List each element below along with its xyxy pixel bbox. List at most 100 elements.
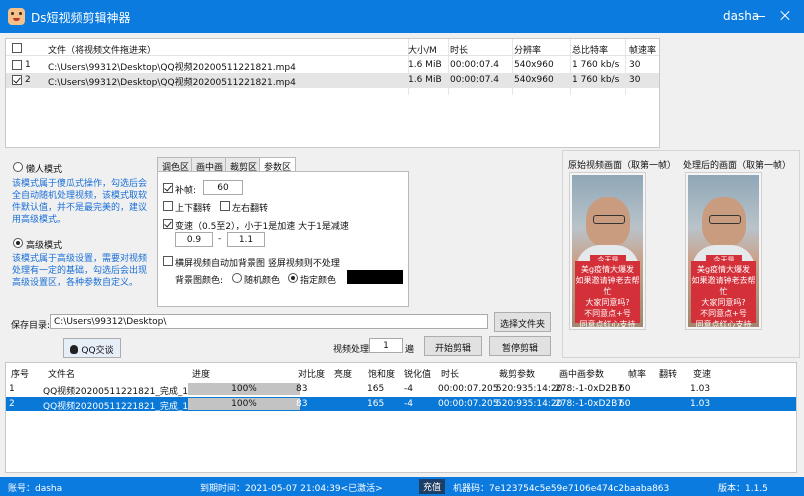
choose-folder-button[interactable]: 选择文件夹 [494,312,551,332]
speed-max-input[interactable]: 1.1 [227,232,265,247]
recharge-button[interactable]: 充值 [419,479,446,494]
speed-separator: - [218,234,222,244]
column-header[interactable]: 锐化值 [404,367,431,380]
column-header[interactable]: 亮度 [334,367,352,380]
column-header[interactable]: 序号 [11,367,29,380]
process-row[interactable]: 2 QQ视频20200511221821_完成_1.mp4 100% 83 16… [6,397,796,412]
account-label: 账号：dasha [8,484,63,494]
file-bitrate: 1 760 kb/s [572,60,620,70]
progress-text: 100% [231,399,257,409]
file-path: C:\Users\99312\Desktop\QQ视频2020051122182… [48,78,296,88]
process-count-unit: 遍 [405,345,415,355]
file-fps: 30 [629,60,641,70]
tab-pip[interactable]: 画中画 [191,157,229,173]
process-count-input[interactable]: 1 [369,338,403,353]
file-index: 2 [25,75,31,85]
flip-horizontal-label[interactable]: 左右翻转 [232,201,268,214]
crop-value: 520:935:14:20 [496,399,563,409]
qq-chat-button[interactable]: QQ交谈 [63,338,121,358]
column-header[interactable]: 画中画参数 [559,367,604,380]
original-preview-image: 今天是6.11号 美g疫情大爆发 如果邀请钟老去帮忙 大家同意吗? 不同意点+号… [572,175,643,327]
column-header[interactable]: 文件（将视频文件拖进来） [48,43,156,56]
process-count-label: 视频处理 [333,345,370,355]
column-header[interactable]: 分辨率 [514,43,541,56]
file-table[interactable]: 文件（将视频文件拖进来） 大小/M 时长 分辨率 总比特率 帧速率 1 C:\U… [5,38,660,148]
file-fps: 30 [629,75,641,85]
column-header[interactable]: 文件名 [48,367,75,380]
progress-bar: 100% [188,398,300,410]
file-duration: 00:00:07.4 [450,75,500,85]
column-header[interactable]: 对比度 [298,367,325,380]
minimize-icon[interactable] [751,7,769,25]
column-header[interactable]: 大小/M [408,43,437,56]
column-header[interactable]: 饱和度 [368,367,395,380]
advanced-mode-radio[interactable] [13,238,23,248]
fill-frames-checkbox[interactable] [163,183,173,193]
column-header[interactable]: 裁剪参数 [499,367,535,380]
file-duration: 00:00:07.4 [450,60,500,70]
process-index: 2 [9,399,15,409]
landscape-bg-label[interactable]: 横屏视频自动加背景图 竖屏视频则不处理 [175,256,340,269]
column-header[interactable]: 翻转 [659,367,677,380]
fill-frames-input[interactable]: 60 [203,180,243,195]
machine-code: 机器码：7e123754c5e59e7106e474c2baaba863 [453,484,670,494]
file-row[interactable]: 2 C:\Users\99312\Desktop\QQ视频20200511221… [6,73,659,88]
save-dir-input[interactable]: C:\Users\99312\Desktop\ [50,314,488,329]
speed-label: 变速（0.5至2），小于1是加速 大于1是减速 [175,222,349,232]
file-size: 1.6 MiB [408,75,442,85]
column-header[interactable]: 帧速率 [629,43,656,56]
bg-custom-label[interactable]: 指定颜色 [300,273,336,286]
lazy-mode-radio[interactable] [13,162,23,172]
flip-horizontal-checkbox[interactable] [220,201,230,211]
landscape-bg-checkbox[interactable] [163,256,173,266]
select-all-checkbox[interactable] [12,43,22,53]
file-resolution: 540x960 [514,75,554,85]
tab-color[interactable]: 调色区 [157,157,195,173]
speed-checkbox[interactable] [163,219,173,229]
bg-random-label[interactable]: 随机颜色 [244,273,280,286]
saturation-value: 165 [367,384,385,394]
crop-value: 520:935:14:20 [496,384,563,394]
file-row-checkbox[interactable] [12,60,22,70]
column-header[interactable]: 进度 [192,367,210,380]
flip-vertical-checkbox[interactable] [163,201,173,211]
close-icon[interactable] [776,7,794,25]
column-header[interactable]: 时长 [441,367,459,380]
pause-edit-button[interactable]: 暂停剪辑 [489,336,551,356]
speed-min-input[interactable]: 0.9 [175,232,213,247]
save-dir-label: 保存目录: [11,321,51,331]
file-row[interactable]: 1 C:\Users\99312\Desktop\QQ视频20200511221… [6,58,659,73]
app-logo-icon [8,8,25,25]
bg-color-swatch[interactable] [347,270,403,284]
processed-preview: 今天是6.11号 美g疫情大爆发 如果邀请钟老去帮忙 大家同意吗? 不同意点+号… [685,172,762,330]
version-label: 版本：1.1.5 [718,484,768,494]
start-edit-button[interactable]: 开始剪辑 [424,336,482,356]
sharpen-value: -4 [404,384,413,394]
column-header[interactable]: 时长 [450,43,468,56]
process-table[interactable]: 序号 文件名 进度 对比度 亮度 饱和度 锐化值 时长 裁剪参数 画中画参数 帧… [5,362,797,473]
duration-value: 00:00:07.205 [438,399,499,409]
lazy-mode-label[interactable]: 懒人模式 [26,162,62,175]
bg-random-radio[interactable] [232,273,242,283]
column-header[interactable]: 总比特率 [572,43,608,56]
preview-caption: 美g疫情大爆发 如果邀请钟老去帮忙 大家同意吗? 不同意点+号 同意点红心支持 [575,261,640,327]
file-index: 1 [25,60,31,70]
duration-value: 00:00:07.205 [438,384,499,394]
bg-custom-radio[interactable] [288,273,298,283]
column-header[interactable]: 帧率 [628,367,646,380]
progress-bar: 100% [188,383,300,395]
advanced-mode-description: 该模式属于高级设置，需要对视频处理有一定的基础，勾选后会出现高级设置区，各种参数… [12,254,148,288]
file-resolution: 540x960 [514,60,554,70]
status-bar: 账号：dasha 到期时间：2021-05-07 21:04:39<已激活> 充… [0,477,804,496]
process-table-header: 序号 文件名 进度 对比度 亮度 饱和度 锐化值 时长 裁剪参数 画中画参数 帧… [6,365,796,380]
column-header[interactable]: 变速 [693,367,711,380]
fps-value: 60 [619,399,631,409]
file-row-checkbox[interactable] [12,75,22,85]
process-row[interactable]: 1 QQ视频20200511221821_完成_1.mp4 100% 83 16… [6,382,796,397]
flip-vertical-label[interactable]: 上下翻转 [175,201,211,214]
tab-crop[interactable]: 裁剪区 [225,157,263,173]
contrast-value: 83 [296,384,308,394]
contrast-value: 83 [296,399,308,409]
speed-value: 1.03 [690,399,711,409]
advanced-mode-label[interactable]: 高级模式 [26,238,62,251]
